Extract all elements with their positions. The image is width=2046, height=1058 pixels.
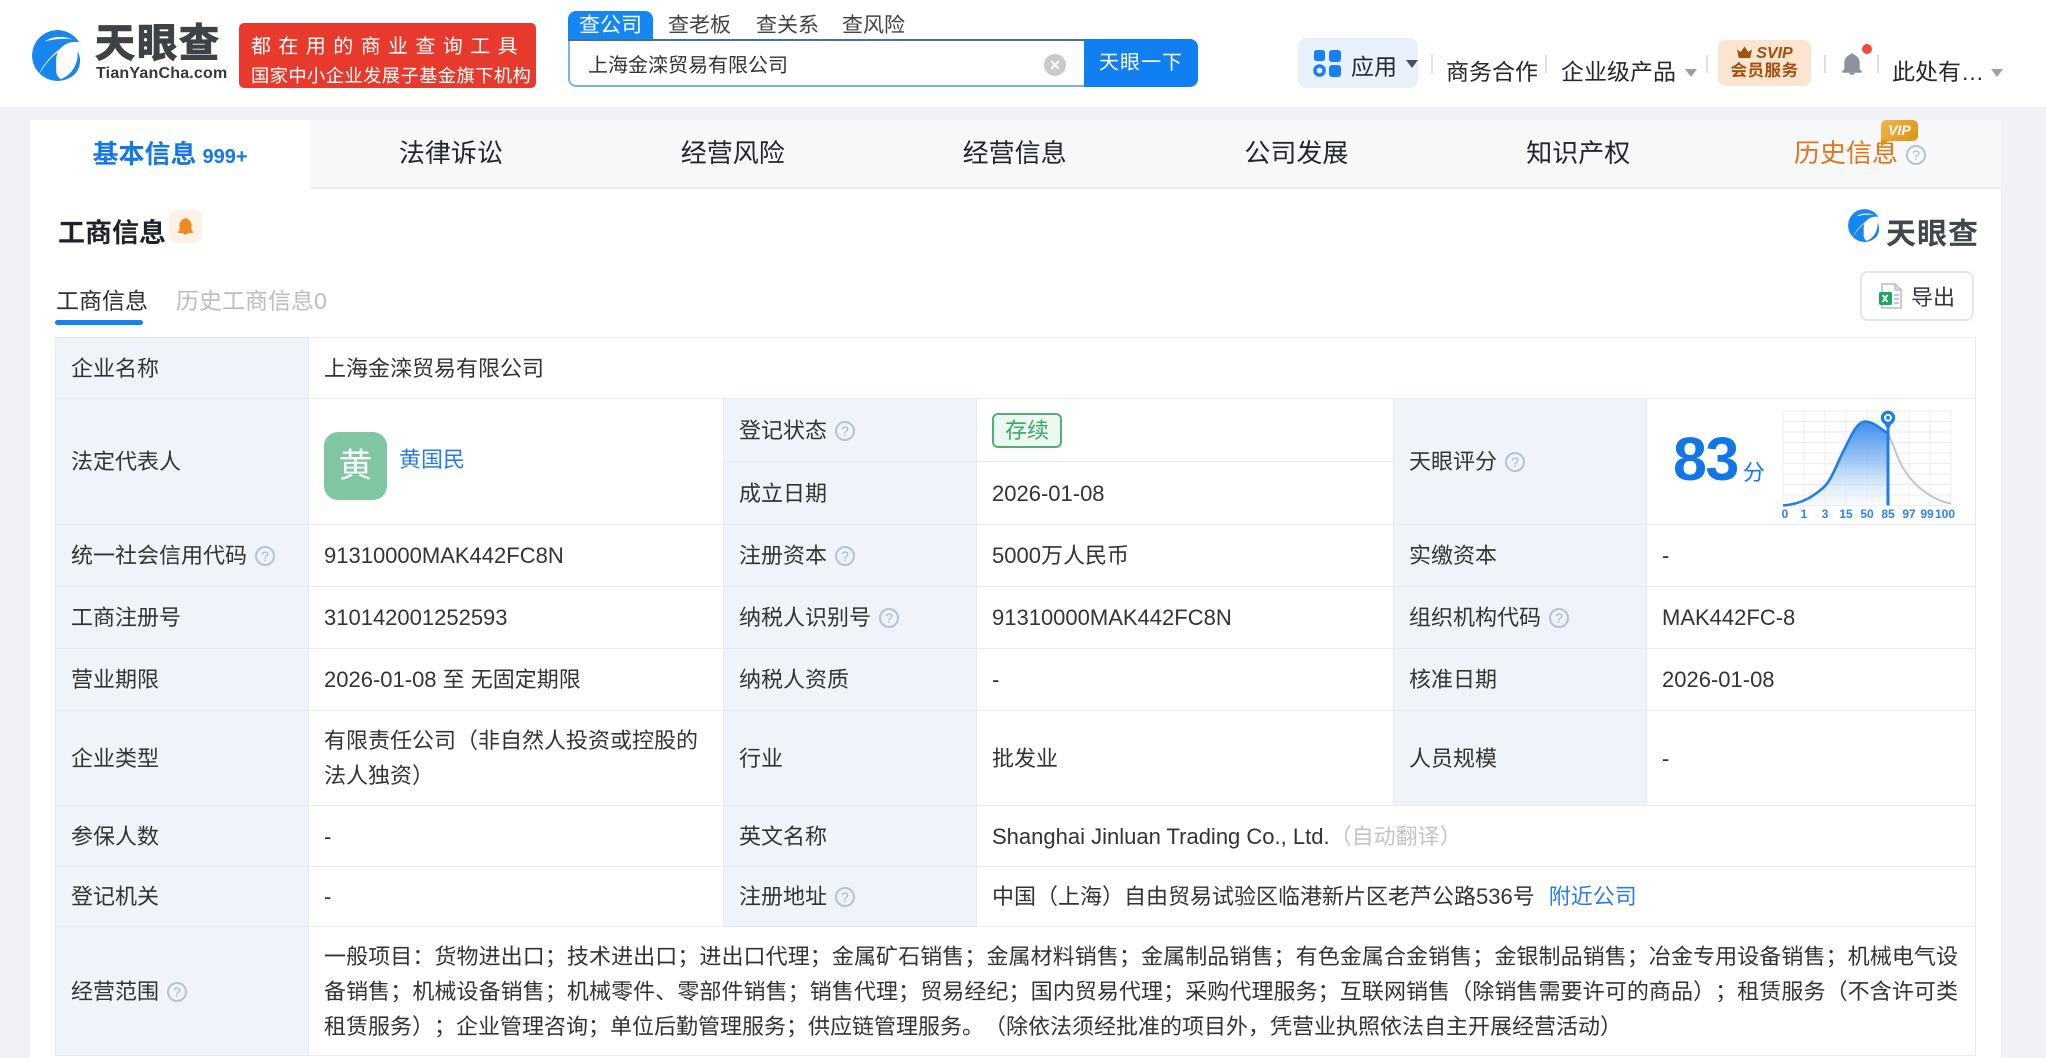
svg-text:1: 1 bbox=[1801, 507, 1808, 520]
svg-text:99: 99 bbox=[1920, 507, 1934, 520]
svg-text:0: 0 bbox=[1782, 507, 1789, 520]
svg-text:15: 15 bbox=[1839, 507, 1853, 520]
svg-text:97: 97 bbox=[1902, 507, 1916, 520]
svg-text:100: 100 bbox=[1935, 507, 1955, 520]
svg-text:85: 85 bbox=[1881, 507, 1895, 520]
svg-text:3: 3 bbox=[1822, 507, 1829, 520]
svg-text:50: 50 bbox=[1860, 507, 1874, 520]
